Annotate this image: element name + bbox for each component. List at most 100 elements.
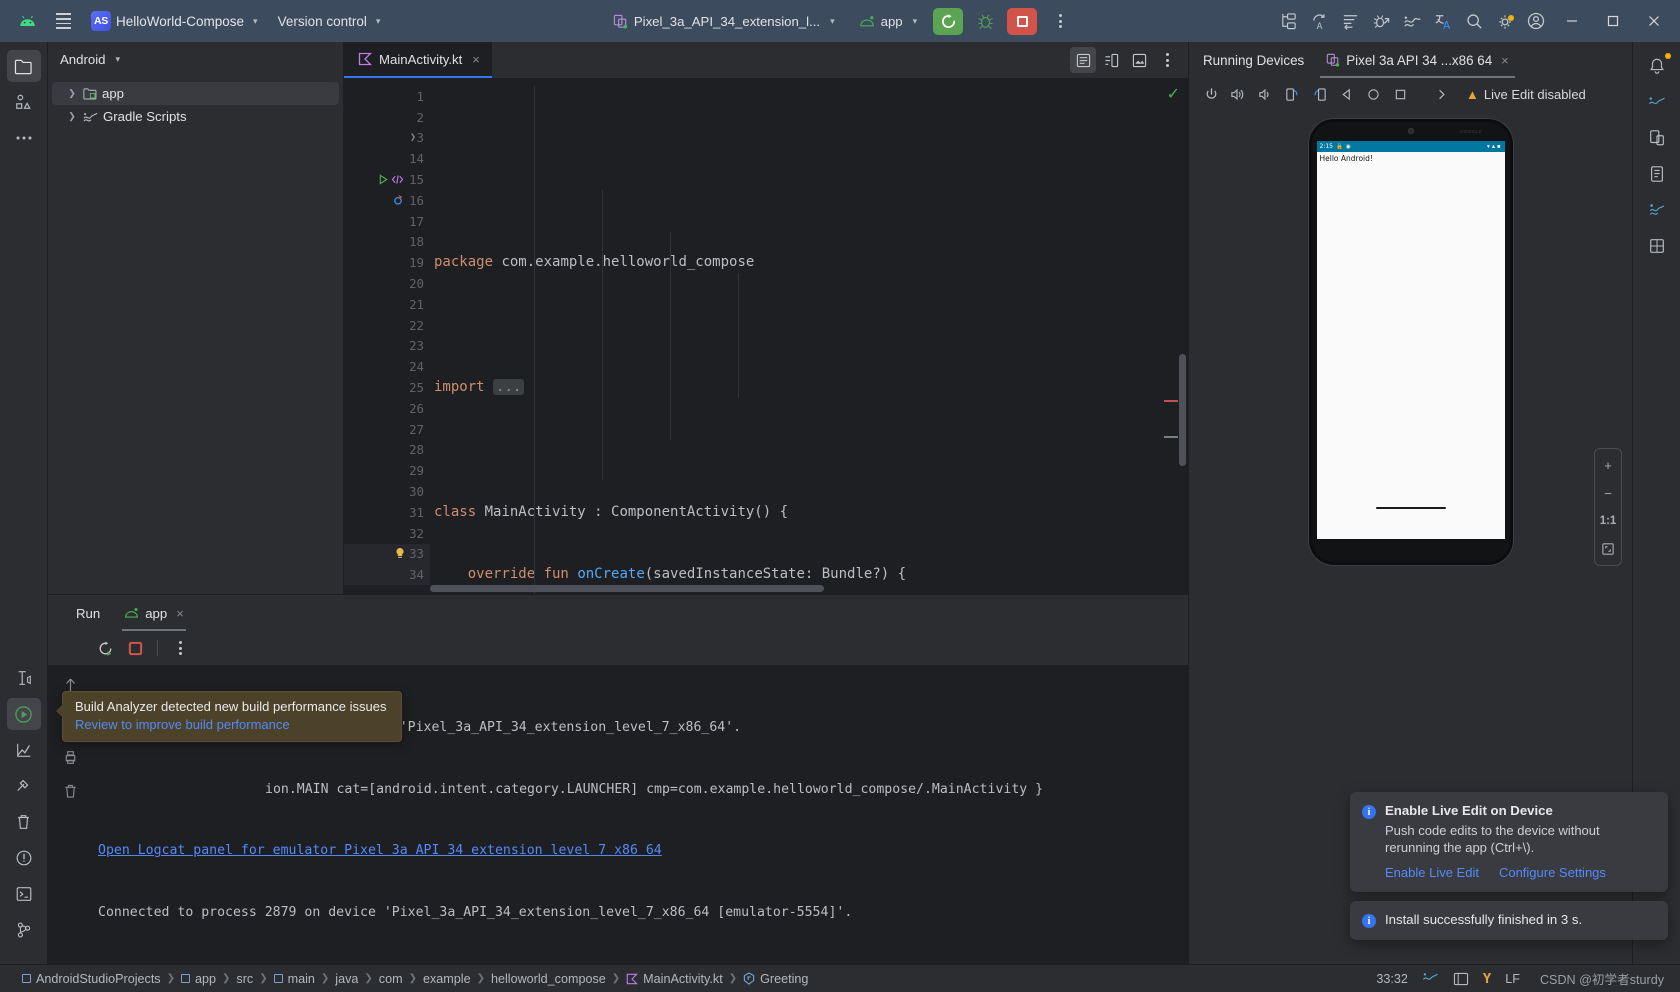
- design-view-icon[interactable]: [1126, 47, 1152, 73]
- emulator-screen[interactable]: 2:15 🔒 ◉ ▾▲■ Hello Android!: [1316, 141, 1505, 539]
- version-control-button[interactable]: Version control ▾: [271, 8, 388, 34]
- console-print-icon[interactable]: [63, 750, 78, 765]
- tree-node-gradle-scripts[interactable]: ❯ Gradle Scripts: [52, 105, 339, 128]
- sidebar-item-problems[interactable]: [7, 842, 41, 874]
- sidebar-item-structure[interactable]: [7, 86, 41, 118]
- rotate-left-icon[interactable]: [1280, 82, 1304, 106]
- build-analyzer-balloon[interactable]: Build Analyzer detected new build perfor…: [56, 691, 402, 742]
- layout-inspector-icon[interactable]: [1640, 230, 1674, 262]
- expand-arrow-icon[interactable]: ❯: [66, 111, 78, 122]
- zoom-out-button[interactable]: −: [1597, 483, 1619, 503]
- notification-live-edit[interactable]: i Enable Live Edit on Device Push code e…: [1350, 792, 1668, 892]
- editor-mode-icon[interactable]: [1070, 47, 1096, 73]
- search-icon[interactable]: [1459, 7, 1489, 35]
- code-content[interactable]: package com.example.helloworld_compose i…: [430, 78, 1188, 594]
- rerun-icon[interactable]: [92, 635, 118, 661]
- caret-position[interactable]: 33:32: [1376, 972, 1408, 986]
- hamburger-menu-icon[interactable]: [48, 7, 78, 35]
- close-icon[interactable]: ×: [1501, 53, 1509, 68]
- tree-node-app[interactable]: ❯ app: [52, 82, 339, 105]
- zoom-in-button[interactable]: +: [1597, 455, 1619, 475]
- commit-icon[interactable]: [1335, 7, 1365, 35]
- debug-button[interactable]: [971, 8, 999, 35]
- breadcrumb-item[interactable]: AndroidStudioProjects: [16, 972, 167, 986]
- run-tab-app[interactable]: app ×: [114, 595, 194, 631]
- more-actions-button[interactable]: [1045, 7, 1075, 35]
- sidebar-item-project[interactable]: [6, 50, 41, 82]
- home-icon[interactable]: [1361, 82, 1385, 106]
- close-icon[interactable]: ×: [472, 52, 480, 67]
- expand-arrow-icon[interactable]: ❯: [66, 88, 78, 99]
- editor-options-icon[interactable]: [1154, 47, 1180, 73]
- translate-icon[interactable]: A: [1428, 7, 1458, 35]
- volume-down-icon[interactable]: [1253, 82, 1277, 106]
- breadcrumb-item[interactable]: app: [175, 972, 222, 986]
- run-configuration-button[interactable]: app ▾: [851, 8, 926, 35]
- minimize-button[interactable]: [1552, 0, 1592, 42]
- run-console[interactable]: 2024-03-31 22:14:36: Launching app on 'P…: [48, 665, 1188, 964]
- breadcrumb-item[interactable]: MainActivity.kt: [620, 972, 729, 986]
- notification-install-finished[interactable]: i Install successfully finished in 3 s.: [1350, 901, 1668, 940]
- emulator-device-frame[interactable]: GOOGLE 2:15 🔒 ◉ ▾▲■ Hello Android!: [1307, 118, 1514, 566]
- breadcrumb-item[interactable]: src: [230, 972, 259, 986]
- intention-bulb-icon[interactable]: [394, 547, 406, 560]
- yandex-icon[interactable]: Ү: [1483, 970, 1491, 987]
- balloon-link[interactable]: Review to improve build performance: [75, 717, 389, 732]
- run-button[interactable]: [933, 7, 964, 35]
- sidebar-item-terminal[interactable]: [7, 878, 41, 910]
- device-selector-button[interactable]: Pixel_3a_API_34_extension_l... ▾: [605, 8, 843, 35]
- breadcrumb-item[interactable]: Greeting: [737, 972, 814, 986]
- run-class-gutter-icon[interactable]: [378, 174, 404, 185]
- account-icon[interactable]: [1521, 7, 1551, 35]
- code-editor[interactable]: 1 2 ❯ 3 14 15 16 17 18 19 20 21 22 23 24…: [344, 78, 1188, 594]
- sidebar-item-build[interactable]: [7, 770, 41, 802]
- bug-arrow-icon[interactable]: [1366, 7, 1396, 35]
- sidebar-item-run[interactable]: [6, 698, 41, 730]
- power-icon[interactable]: [1199, 82, 1223, 106]
- line-separator[interactable]: LF: [1505, 972, 1520, 986]
- close-icon[interactable]: ×: [176, 606, 184, 621]
- breadcrumb-item[interactable]: main: [268, 972, 321, 986]
- back-icon[interactable]: [1334, 82, 1358, 106]
- device-tab-pixel-3a[interactable]: Pixel 3a API 34 ...x86 64 ×: [1318, 42, 1517, 78]
- project-view-selector[interactable]: Android ▾: [48, 42, 343, 76]
- stop-icon[interactable]: [122, 635, 148, 661]
- error-stripe-mark[interactable]: [1164, 400, 1178, 402]
- breadcrumb-item[interactable]: helloworld_compose: [485, 972, 612, 986]
- breadcrumb-item[interactable]: java: [329, 972, 364, 986]
- settings-gear-icon[interactable]: [1490, 7, 1520, 35]
- breadcrumb-item[interactable]: com: [373, 972, 409, 986]
- more-chevron-icon[interactable]: [1429, 82, 1453, 106]
- breadcrumb-item[interactable]: example: [417, 972, 477, 986]
- sidebar-item-bookmarks[interactable]: [7, 662, 41, 694]
- code-with-me-icon[interactable]: A: [1304, 7, 1334, 35]
- gradle-tool-icon[interactable]: [1640, 86, 1674, 118]
- editor-vertical-scrollbar[interactable]: [1179, 354, 1186, 466]
- overview-icon[interactable]: [1388, 82, 1412, 106]
- project-structure-icon[interactable]: [1273, 7, 1303, 35]
- console-clear-icon[interactable]: [63, 783, 78, 799]
- stop-button[interactable]: [1007, 7, 1038, 35]
- sidebar-item-version-control[interactable]: [7, 914, 41, 946]
- emulator-icon[interactable]: [1640, 194, 1674, 226]
- gradle-sync-icon[interactable]: [1397, 7, 1427, 35]
- enable-live-edit-link[interactable]: Enable Live Edit: [1385, 865, 1479, 880]
- sidebar-item-app-quality[interactable]: [7, 734, 41, 766]
- volume-up-icon[interactable]: [1226, 82, 1250, 106]
- maximize-button[interactable]: [1593, 0, 1633, 42]
- inspection-status-icon[interactable]: ✓: [1167, 84, 1180, 104]
- run-more-options-icon[interactable]: [167, 635, 193, 661]
- zoom-actual-size-button[interactable]: 1:1: [1597, 511, 1619, 531]
- device-manager-icon[interactable]: [1640, 122, 1674, 154]
- zoom-fit-button[interactable]: [1597, 539, 1619, 559]
- sidebar-item-delete[interactable]: [7, 806, 41, 838]
- logcat-link[interactable]: Open Logcat panel for emulator Pixel 3a …: [98, 843, 662, 858]
- rotate-right-icon[interactable]: [1307, 82, 1331, 106]
- live-edit-status[interactable]: ▲ Live Edit disabled: [1466, 87, 1586, 102]
- notifications-icon[interactable]: [1640, 50, 1674, 82]
- configure-settings-link[interactable]: Configure Settings: [1499, 865, 1606, 880]
- sidebar-item-more-tools[interactable]: [7, 122, 41, 154]
- gesture-nav-bar[interactable]: [1375, 507, 1446, 509]
- close-button[interactable]: [1634, 0, 1674, 42]
- gradle-status-icon[interactable]: [1422, 971, 1439, 986]
